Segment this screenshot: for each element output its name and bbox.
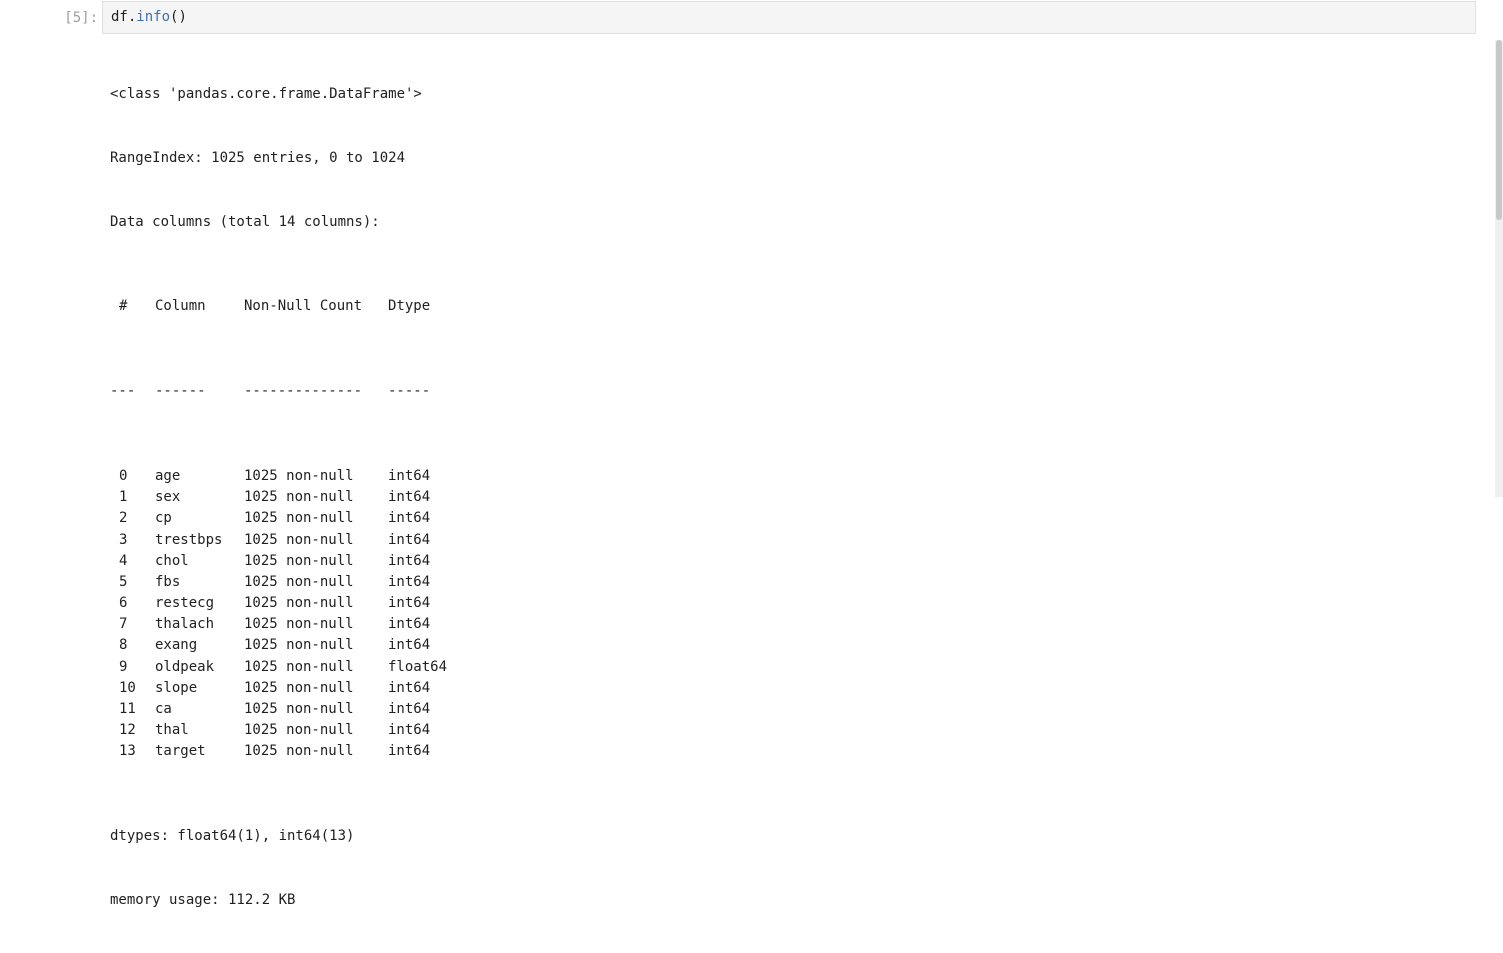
- row-dtype: int64: [388, 531, 431, 548]
- row-dtype: int64: [388, 701, 431, 718]
- info-row: 7 thalach 1025 non-null int64: [110, 614, 468, 635]
- row-dtype: int64: [388, 573, 431, 590]
- output-dtypes-line: dtypes: float64(1), int64(13): [110, 828, 355, 845]
- cell-output: <class 'pandas.core.frame.DataFrame'> Ra…: [110, 42, 468, 953]
- row-column: age: [155, 467, 181, 484]
- output-data-columns-line: Data columns (total 14 columns):: [110, 213, 380, 230]
- info-row: 9 oldpeak 1025 non-null float64: [110, 657, 468, 678]
- header-dtype: Dtype: [388, 298, 431, 315]
- info-row: 12 thal 1025 non-null int64: [110, 720, 468, 741]
- info-row: 13 target 1025 non-null int64: [110, 741, 468, 762]
- row-dtype: int64: [388, 489, 431, 506]
- row-dtype: int64: [388, 595, 431, 612]
- row-column: slope: [155, 679, 198, 696]
- output-memory-line: memory usage: 112.2 KB: [110, 891, 296, 908]
- row-count: 1025 non-null: [244, 531, 354, 548]
- row-dtype: int64: [388, 637, 431, 654]
- row-column: thalach: [155, 616, 215, 633]
- info-row: 6 restecg 1025 non-null int64: [110, 593, 468, 614]
- separator-count: --------------: [244, 383, 363, 400]
- row-dtype: int64: [388, 552, 431, 569]
- code-method-name: info: [136, 9, 171, 25]
- row-column: restecg: [155, 595, 215, 612]
- row-num: 12: [119, 722, 136, 739]
- row-count: 1025 non-null: [244, 489, 354, 506]
- code-object-name: df: [111, 9, 128, 25]
- vertical-scrollbar[interactable]: [1495, 40, 1503, 497]
- row-count: 1025 non-null: [244, 637, 354, 654]
- row-column: sex: [155, 489, 181, 506]
- row-num: 5: [119, 573, 128, 590]
- row-column: exang: [155, 637, 198, 654]
- separator-dtype: -----: [388, 383, 431, 400]
- row-count: 1025 non-null: [244, 701, 354, 718]
- info-row: 10 slope 1025 non-null int64: [110, 678, 468, 699]
- row-num: 4: [119, 552, 128, 569]
- row-count: 1025 non-null: [244, 552, 354, 569]
- row-count: 1025 non-null: [244, 743, 354, 760]
- code-input-editor[interactable]: df.info(): [102, 1, 1476, 34]
- row-num: 13: [119, 743, 136, 760]
- row-num: 10: [119, 679, 136, 696]
- row-num: 3: [119, 531, 128, 548]
- code-parens: (): [170, 9, 187, 25]
- scrollbar-thumb[interactable]: [1496, 40, 1502, 220]
- row-num: 6: [119, 595, 128, 612]
- separator-num: ---: [110, 383, 136, 400]
- row-num: 7: [119, 616, 128, 633]
- separator-column: ------: [155, 383, 206, 400]
- row-column: cp: [155, 510, 172, 527]
- info-row: 11 ca 1025 non-null int64: [110, 699, 468, 720]
- output-column-headers: # Column Non-Null Count Dtype: [110, 296, 468, 317]
- row-dtype: float64: [388, 658, 448, 675]
- row-count: 1025 non-null: [244, 679, 354, 696]
- info-row: 2 cp 1025 non-null int64: [110, 508, 468, 529]
- row-num: 1: [119, 489, 128, 506]
- info-row: 5 fbs 1025 non-null int64: [110, 572, 468, 593]
- row-dtype: int64: [388, 467, 431, 484]
- row-column: target: [155, 743, 206, 760]
- row-num: 0: [119, 467, 128, 484]
- row-column: chol: [155, 552, 189, 569]
- info-row: 4 chol 1025 non-null int64: [110, 551, 468, 572]
- row-dtype: int64: [388, 679, 431, 696]
- row-column: ca: [155, 701, 172, 718]
- info-row: 3 trestbps 1025 non-null int64: [110, 530, 468, 551]
- output-column-rows: 0 age 1025 non-null int64 1 sex 1025 non-null i…: [110, 466, 468, 763]
- row-count: 1025 non-null: [244, 573, 354, 590]
- execution-count-prompt: [5]:: [64, 10, 98, 26]
- row-column: trestbps: [155, 531, 223, 548]
- info-row: 1 sex 1025 non-null int64: [110, 487, 468, 508]
- row-num: 9: [119, 658, 128, 675]
- row-column: oldpeak: [155, 658, 215, 675]
- row-count: 1025 non-null: [244, 722, 354, 739]
- header-count: Non-Null Count: [244, 298, 363, 315]
- row-column: fbs: [155, 573, 181, 590]
- row-num: 8: [119, 637, 128, 654]
- header-num: #: [119, 298, 128, 315]
- header-column: Column: [155, 298, 206, 315]
- row-dtype: int64: [388, 743, 431, 760]
- row-num: 11: [119, 701, 136, 718]
- output-header-separators: --- ------ -------------- -----: [110, 381, 468, 402]
- row-count: 1025 non-null: [244, 658, 354, 675]
- row-count: 1025 non-null: [244, 616, 354, 633]
- row-count: 1025 non-null: [244, 467, 354, 484]
- row-num: 2: [119, 510, 128, 527]
- output-class-line: <class 'pandas.core.frame.DataFrame'>: [110, 86, 422, 103]
- row-dtype: int64: [388, 616, 431, 633]
- output-range-index-line: RangeIndex: 1025 entries, 0 to 1024: [110, 150, 406, 166]
- info-row: 8 exang 1025 non-null int64: [110, 635, 468, 656]
- row-count: 1025 non-null: [244, 510, 354, 527]
- info-row: 0 age 1025 non-null int64: [110, 466, 468, 487]
- notebook-code-cell: [5]: df.info() <class 'pandas.core.frame…: [0, 0, 1490, 908]
- row-dtype: int64: [388, 722, 431, 739]
- row-count: 1025 non-null: [244, 595, 354, 612]
- row-dtype: int64: [388, 510, 431, 527]
- row-column: thal: [155, 722, 189, 739]
